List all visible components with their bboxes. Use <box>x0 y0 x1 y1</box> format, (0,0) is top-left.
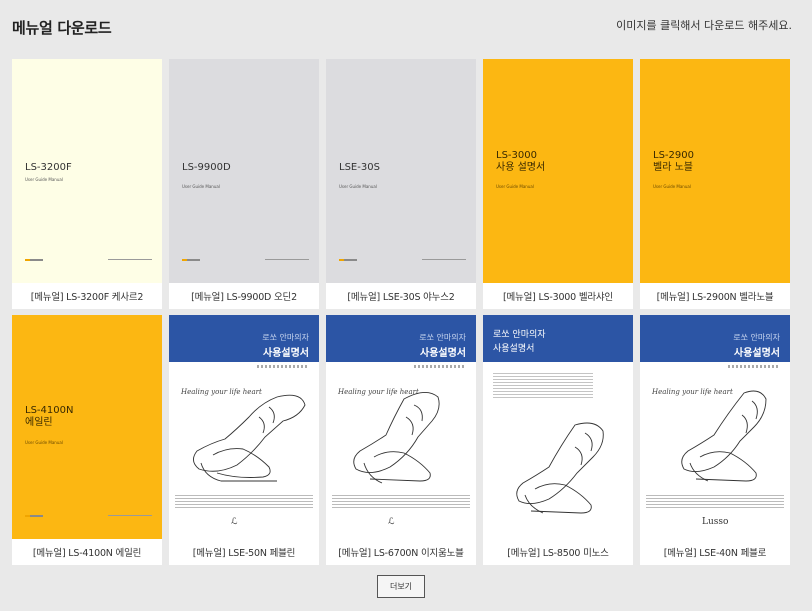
cover-guide-text: User Guide Manual <box>182 184 220 189</box>
manual-card-lse-30s[interactable]: LSE-30S User Guide Manual [메뉴얼] LSE-30S … <box>326 59 476 309</box>
cover-signature-icon: ℒ <box>231 517 238 527</box>
cover-band-brand: 로쏘 안마의자 <box>419 333 466 342</box>
manual-grid: LS-3200F User Guide Manual [메뉴얼] LS-3200… <box>12 59 790 565</box>
cover-guide-text: User Guide Manual <box>339 184 377 189</box>
manual-caption[interactable]: [메뉴얼] LS-4100N 에일린 <box>12 539 162 565</box>
cover-band-brand: 로쏘 안마의자 <box>493 330 546 340</box>
manual-card-ls-8500[interactable]: 로쏘 안마의자 사용설명서 [메뉴얼] LS-8500 미노스 <box>483 315 633 565</box>
manual-caption[interactable]: [메뉴얼] LS-2900N 벨라노블 <box>640 283 790 309</box>
manual-caption[interactable]: [메뉴얼] LSE-50N 페블린 <box>169 539 319 565</box>
cover-band-brand: 로쏘 안마의자 <box>733 333 780 342</box>
cover-title-band: 로쏘 안마의자 사용설명서 <box>169 315 319 362</box>
cover-body-text <box>646 495 784 509</box>
cover-band-title: 사용설명서 <box>734 348 780 359</box>
cover-subline <box>414 365 466 368</box>
manual-card-ls-6700n[interactable]: 로쏘 안마의자 사용설명서 Healing your life heart ℒ … <box>326 315 476 565</box>
cover-title-band: 로쏘 안마의자 사용설명서 <box>483 315 633 362</box>
manual-caption[interactable]: [메뉴얼] LS-6700N 이지움노블 <box>326 539 476 565</box>
manual-caption[interactable]: [메뉴얼] LSE-40N 페블로 <box>640 539 790 565</box>
cover-fine-print <box>265 259 309 260</box>
manual-caption[interactable]: [메뉴얼] LS-8500 미노스 <box>483 539 633 565</box>
manual-cover-image[interactable]: LS-9900D User Guide Manual <box>169 59 319 283</box>
manual-card-ls-9900d[interactable]: LS-9900D User Guide Manual [메뉴얼] LS-9900… <box>169 59 319 309</box>
cover-model-title: LS-2900 벨라 노블 <box>653 150 694 173</box>
manual-cover-image[interactable]: 로쏘 안마의자 사용설명서 Healing your life heart ℒ <box>326 315 476 539</box>
manual-cover-image[interactable]: 로쏘 안마의자 사용설명서 Healing your life heart Lu… <box>640 315 790 539</box>
cover-guide-text: User Guide Manual <box>25 440 63 445</box>
massage-chair-icon <box>516 422 604 514</box>
manual-cover-image[interactable]: LS-4100N 에일린 User Guide Manual <box>12 315 162 539</box>
massage-chair-icon <box>353 392 440 484</box>
manual-caption[interactable]: [메뉴얼] LS-3000 벨라샤인 <box>483 283 633 309</box>
cover-title-band: 로쏘 안마의자 사용설명서 <box>326 315 476 362</box>
manual-caption[interactable]: [메뉴얼] LS-3200F 케사르2 <box>12 283 162 309</box>
cover-guide-text: User Guide Manual <box>653 184 691 189</box>
cover-band-title: 사용설명서 <box>263 348 309 359</box>
cover-signature-icon: ℒ <box>388 517 395 527</box>
cover-body-text <box>493 373 593 399</box>
cover-body-text <box>175 495 313 509</box>
cover-subline <box>728 365 780 368</box>
cover-fine-print <box>422 259 466 260</box>
manual-cover-image[interactable]: LS-3000 사용 설명서 User Guide Manual <box>483 59 633 283</box>
cover-signature-text: Lusso <box>702 517 729 527</box>
cover-band-title: 사용설명서 <box>420 348 466 359</box>
manual-card-ls-4100n[interactable]: LS-4100N 에일린 User Guide Manual [메뉴얼] LS-… <box>12 315 162 565</box>
manual-card-lse-50n[interactable]: 로쏘 안마의자 사용설명서 Healing your life heart ℒ … <box>169 315 319 565</box>
cover-model-title: LS-9900D <box>182 162 231 173</box>
load-more-button[interactable]: 더보기 <box>377 575 425 598</box>
cover-model-title: LS-3200F <box>25 162 72 173</box>
cover-guide-text: User Guide Manual <box>496 184 534 189</box>
manual-card-lse-40n[interactable]: 로쏘 안마의자 사용설명서 Healing your life heart Lu… <box>640 315 790 565</box>
download-hint: 이미지를 클릭해서 다운로드 해주세요. <box>616 19 792 32</box>
brand-logo-icon <box>25 515 43 517</box>
cover-body-text <box>332 495 470 509</box>
cover-model-title: LS-3000 사용 설명서 <box>496 150 546 173</box>
manual-cover-image[interactable]: 로쏘 안마의자 사용설명서 <box>483 315 633 539</box>
cover-subline <box>257 365 309 368</box>
manual-cover-image[interactable]: 로쏘 안마의자 사용설명서 Healing your life heart ℒ <box>169 315 319 539</box>
cover-fine-print <box>108 259 152 260</box>
massage-chair-icon <box>681 390 767 482</box>
manual-caption[interactable]: [메뉴얼] LS-9900D 오딘2 <box>169 283 319 309</box>
brand-logo-icon <box>339 259 357 261</box>
cover-band-title: 사용설명서 <box>493 344 535 354</box>
cover-title-band: 로쏘 안마의자 사용설명서 <box>640 315 790 362</box>
cover-fine-print <box>108 515 152 516</box>
manual-cover-image[interactable]: LS-3200F User Guide Manual <box>12 59 162 283</box>
brand-logo-icon <box>182 259 200 261</box>
cover-model-title: LS-4100N 에일린 <box>25 405 74 428</box>
manual-card-ls-2900n[interactable]: LS-2900 벨라 노블 User Guide Manual [메뉴얼] LS… <box>640 59 790 309</box>
manual-caption[interactable]: [메뉴얼] LSE-30S 야누스2 <box>326 283 476 309</box>
massage-chair-icon <box>193 394 306 482</box>
cover-model-title: LSE-30S <box>339 162 380 173</box>
brand-logo-icon <box>25 259 43 261</box>
manual-card-ls-3200f[interactable]: LS-3200F User Guide Manual [메뉴얼] LS-3200… <box>12 59 162 309</box>
cover-guide-text: User Guide Manual <box>25 177 63 182</box>
manual-card-ls-3000[interactable]: LS-3000 사용 설명서 User Guide Manual [메뉴얼] L… <box>483 59 633 309</box>
page-title: 메뉴얼 다운로드 <box>12 19 112 37</box>
manual-cover-image[interactable]: LS-2900 벨라 노블 User Guide Manual <box>640 59 790 283</box>
cover-band-brand: 로쏘 안마의자 <box>262 333 309 342</box>
manual-cover-image[interactable]: LSE-30S User Guide Manual <box>326 59 476 283</box>
